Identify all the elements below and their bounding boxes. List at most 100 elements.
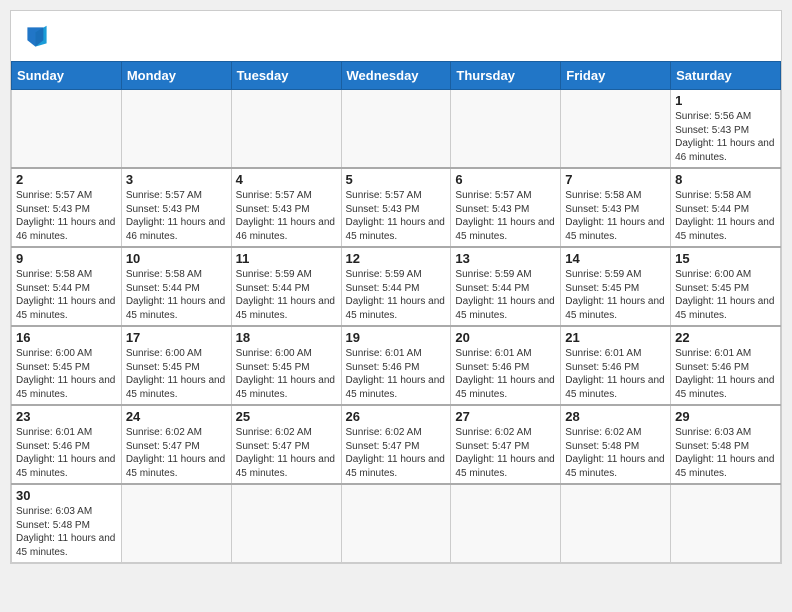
day-info: Sunrise: 6:02 AM Sunset: 5:47 PM Dayligh… — [126, 426, 227, 480]
day-number: 15 — [675, 251, 776, 266]
calendar-day-cell: 24 Sunrise: 6:02 AM Sunset: 5:47 PM Dayli… — [121, 405, 231, 484]
calendar-week-row: 9 Sunrise: 5:58 AM Sunset: 5:44 PM Daylig… — [12, 247, 781, 326]
calendar-day-cell: 13 Sunrise: 5:59 AM Sunset: 5:44 PM Dayli… — [451, 247, 561, 326]
day-info: Sunrise: 6:02 AM Sunset: 5:48 PM Dayligh… — [565, 426, 666, 480]
day-info: Sunrise: 5:59 AM Sunset: 5:44 PM Dayligh… — [455, 268, 556, 322]
calendar-day-cell — [451, 90, 561, 169]
calendar-day-cell: 14 Sunrise: 5:59 AM Sunset: 5:45 PM Dayli… — [561, 247, 671, 326]
day-number: 16 — [16, 330, 117, 345]
calendar-day-cell: 23 Sunrise: 6:01 AM Sunset: 5:46 PM Dayli… — [12, 405, 122, 484]
day-info: Sunrise: 6:03 AM Sunset: 5:48 PM Dayligh… — [675, 426, 776, 480]
calendar-day-cell — [121, 484, 231, 563]
day-info: Sunrise: 6:01 AM Sunset: 5:46 PM Dayligh… — [455, 347, 556, 401]
day-info: Sunrise: 6:01 AM Sunset: 5:46 PM Dayligh… — [675, 347, 776, 401]
weekday-header-tuesday: Tuesday — [231, 62, 341, 90]
calendar-day-cell: 19Sunrise: 6:01 AM Sunset: 5:46 PM Dayli… — [341, 326, 451, 405]
day-number: 9 — [16, 251, 117, 266]
day-info: Sunrise: 5:57 AM Sunset: 5:43 PM Dayligh… — [16, 189, 117, 243]
day-number: 23 — [16, 409, 117, 424]
calendar-day-cell — [121, 90, 231, 169]
day-number: 21 — [565, 330, 666, 345]
calendar-day-cell: 10 Sunrise: 5:58 AM Sunset: 5:44 PM Dayli… — [121, 247, 231, 326]
calendar-week-row: 30 Sunrise: 6:03 AM Sunset: 5:48 PM Dayli… — [12, 484, 781, 563]
calendar-table: SundayMondayTuesdayWednesdayThursdayFrid… — [11, 61, 781, 563]
weekday-header-saturday: Saturday — [671, 62, 781, 90]
day-number: 10 — [126, 251, 227, 266]
day-number: 26 — [346, 409, 447, 424]
day-info: Sunrise: 6:00 AM Sunset: 5:45 PM Dayligh… — [16, 347, 117, 401]
day-info: Sunrise: 5:58 AM Sunset: 5:44 PM Dayligh… — [126, 268, 227, 322]
day-info: Sunrise: 6:02 AM Sunset: 5:47 PM Dayligh… — [236, 426, 337, 480]
weekday-header-friday: Friday — [561, 62, 671, 90]
day-info: Sunrise: 6:00 AM Sunset: 5:45 PM Dayligh… — [126, 347, 227, 401]
calendar-day-cell: 25 Sunrise: 6:02 AM Sunset: 5:47 PM Dayli… — [231, 405, 341, 484]
day-number: 18 — [236, 330, 337, 345]
calendar-day-cell — [341, 90, 451, 169]
day-info: Sunrise: 5:57 AM Sunset: 5:43 PM Dayligh… — [346, 189, 447, 243]
day-number: 1 — [675, 93, 776, 108]
calendar-week-row: 1 Sunrise: 5:56 AM Sunset: 5:43 PM Daylig… — [12, 90, 781, 169]
day-number: 24 — [126, 409, 227, 424]
calendar-week-row: 2 Sunrise: 5:57 AM Sunset: 5:43 PM Daylig… — [12, 168, 781, 247]
calendar-day-cell: 2 Sunrise: 5:57 AM Sunset: 5:43 PM Daylig… — [12, 168, 122, 247]
day-info: Sunrise: 5:59 AM Sunset: 5:44 PM Dayligh… — [236, 268, 337, 322]
calendar-day-cell: 5 Sunrise: 5:57 AM Sunset: 5:43 PM Daylig… — [341, 168, 451, 247]
day-number: 29 — [675, 409, 776, 424]
day-info: Sunrise: 6:03 AM Sunset: 5:48 PM Dayligh… — [16, 505, 117, 559]
weekday-header-thursday: Thursday — [451, 62, 561, 90]
day-number: 30 — [16, 488, 117, 503]
day-number: 20 — [455, 330, 556, 345]
calendar-day-cell — [12, 90, 122, 169]
day-number: 19 — [346, 330, 447, 345]
day-info: Sunrise: 6:01 AM Sunset: 5:46 PM Dayligh… — [16, 426, 117, 480]
day-number: 2 — [16, 172, 117, 187]
calendar-day-cell: 15Sunrise: 6:00 AM Sunset: 5:45 PM Dayli… — [671, 247, 781, 326]
day-info: Sunrise: 5:59 AM Sunset: 5:45 PM Dayligh… — [565, 268, 666, 322]
day-number: 17 — [126, 330, 227, 345]
calendar-day-cell: 30 Sunrise: 6:03 AM Sunset: 5:48 PM Dayli… — [12, 484, 122, 563]
calendar-week-row: 16 Sunrise: 6:00 AM Sunset: 5:45 PM Dayli… — [12, 326, 781, 405]
calendar-day-cell — [341, 484, 451, 563]
calendar-day-cell: 20 Sunrise: 6:01 AM Sunset: 5:46 PM Dayli… — [451, 326, 561, 405]
day-number: 11 — [236, 251, 337, 266]
weekday-header-sunday: Sunday — [12, 62, 122, 90]
day-info: Sunrise: 5:59 AM Sunset: 5:44 PM Dayligh… — [346, 268, 447, 322]
calendar-day-cell: 29 Sunrise: 6:03 AM Sunset: 5:48 PM Dayli… — [671, 405, 781, 484]
day-number: 13 — [455, 251, 556, 266]
day-number: 4 — [236, 172, 337, 187]
calendar-day-cell: 12 Sunrise: 5:59 AM Sunset: 5:44 PM Dayli… — [341, 247, 451, 326]
calendar-day-cell: 18 Sunrise: 6:00 AM Sunset: 5:45 PM Dayli… — [231, 326, 341, 405]
day-number: 7 — [565, 172, 666, 187]
day-info: Sunrise: 5:57 AM Sunset: 5:43 PM Dayligh… — [455, 189, 556, 243]
calendar-day-cell: 11 Sunrise: 5:59 AM Sunset: 5:44 PM Dayli… — [231, 247, 341, 326]
day-info: Sunrise: 5:58 AM Sunset: 5:44 PM Dayligh… — [675, 189, 776, 243]
day-number: 5 — [346, 172, 447, 187]
calendar-day-cell: 16 Sunrise: 6:00 AM Sunset: 5:45 PM Dayli… — [12, 326, 122, 405]
day-info: Sunrise: 6:01 AM Sunset: 5:46 PM Dayligh… — [565, 347, 666, 401]
calendar-day-cell: 1 Sunrise: 5:56 AM Sunset: 5:43 PM Daylig… — [671, 90, 781, 169]
calendar-day-cell: 17 Sunrise: 6:00 AM Sunset: 5:45 PM Dayli… — [121, 326, 231, 405]
day-number: 8 — [675, 172, 776, 187]
day-number: 12 — [346, 251, 447, 266]
day-number: 27 — [455, 409, 556, 424]
calendar-day-cell: 7Sunrise: 5:58 AM Sunset: 5:43 PM Daylig… — [561, 168, 671, 247]
weekday-header-wednesday: Wednesday — [341, 62, 451, 90]
day-info: Sunrise: 5:57 AM Sunset: 5:43 PM Dayligh… — [236, 189, 337, 243]
day-number: 25 — [236, 409, 337, 424]
calendar-day-cell — [561, 484, 671, 563]
calendar-header — [11, 11, 781, 61]
calendar-day-cell — [561, 90, 671, 169]
calendar-day-cell: 4 Sunrise: 5:57 AM Sunset: 5:43 PM Daylig… — [231, 168, 341, 247]
day-info: Sunrise: 6:00 AM Sunset: 5:45 PM Dayligh… — [236, 347, 337, 401]
calendar-day-cell: 22Sunrise: 6:01 AM Sunset: 5:46 PM Dayli… — [671, 326, 781, 405]
calendar-day-cell: 26Sunrise: 6:02 AM Sunset: 5:47 PM Dayli… — [341, 405, 451, 484]
calendar-day-cell: 3 Sunrise: 5:57 AM Sunset: 5:43 PM Daylig… — [121, 168, 231, 247]
day-number: 3 — [126, 172, 227, 187]
weekday-header-row: SundayMondayTuesdayWednesdayThursdayFrid… — [12, 62, 781, 90]
calendar-day-cell: 27Sunrise: 6:02 AM Sunset: 5:47 PM Dayli… — [451, 405, 561, 484]
calendar-day-cell: 6Sunrise: 5:57 AM Sunset: 5:43 PM Daylig… — [451, 168, 561, 247]
day-info: Sunrise: 5:57 AM Sunset: 5:43 PM Dayligh… — [126, 189, 227, 243]
day-info: Sunrise: 5:56 AM Sunset: 5:43 PM Dayligh… — [675, 110, 776, 164]
day-number: 14 — [565, 251, 666, 266]
calendar-container: SundayMondayTuesdayWednesdayThursdayFrid… — [10, 10, 782, 564]
